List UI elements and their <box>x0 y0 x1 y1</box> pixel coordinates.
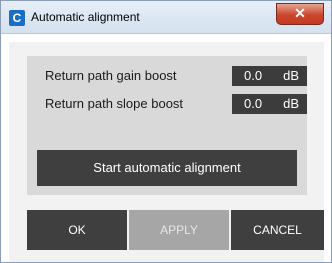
slope-boost-field[interactable]: 0.0 dB <box>232 94 307 114</box>
ok-button[interactable]: OK <box>27 210 127 250</box>
gain-boost-unit: dB <box>283 68 299 83</box>
dialog-body: Return path gain boost 0.0 dB Return pat… <box>9 42 324 262</box>
title-bar[interactable]: C Automatic alignment ✕ <box>1 1 331 34</box>
slope-boost-value: 0.0 <box>244 96 263 111</box>
start-alignment-button[interactable]: Start automatic alignment <box>37 150 297 186</box>
app-logo-icon: C <box>9 10 25 26</box>
close-icon: ✕ <box>294 5 306 21</box>
gain-boost-value: 0.0 <box>244 68 263 83</box>
apply-button[interactable]: APPLY <box>129 210 229 250</box>
gain-boost-label: Return path gain boost <box>45 68 177 83</box>
dialog-window: C Automatic alignment ✕ Return path gain… <box>0 0 332 263</box>
gain-boost-field[interactable]: 0.0 dB <box>232 66 307 86</box>
cancel-button[interactable]: CANCEL <box>231 210 324 250</box>
slope-boost-unit: dB <box>283 96 299 111</box>
alignment-panel: Return path gain boost 0.0 dB Return pat… <box>27 56 307 195</box>
window-title: Automatic alignment <box>31 10 140 24</box>
slope-boost-label: Return path slope boost <box>45 96 184 111</box>
close-button[interactable]: ✕ <box>276 3 324 25</box>
